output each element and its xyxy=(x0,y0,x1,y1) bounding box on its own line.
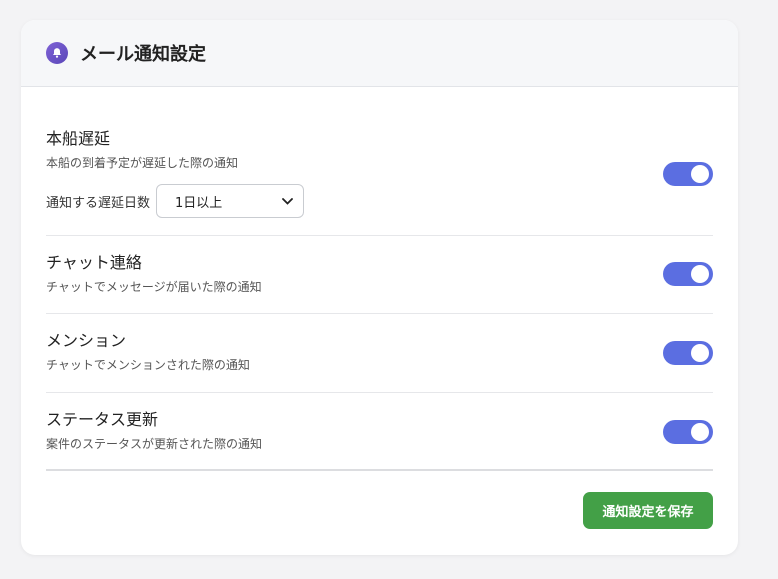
setting-description: 本船の到着予定が遅延した際の通知 xyxy=(46,156,239,170)
setting-row-mention: メンション チャットでメンションされた際の通知 xyxy=(46,314,713,393)
delay-days-value: 1日以上 xyxy=(175,195,223,211)
setting-title: メンション xyxy=(46,331,127,350)
toggle-knob xyxy=(691,165,709,183)
card-footer: 通知設定を保存 xyxy=(46,471,713,551)
delay-days-control: 通知する遅延日数 1日以上 xyxy=(46,184,713,218)
save-settings-button[interactable]: 通知設定を保存 xyxy=(583,492,713,529)
setting-row-chat: チャット連絡 チャットでメッセージが届いた際の通知 xyxy=(46,236,713,314)
chevron-down-icon xyxy=(282,194,293,209)
card-header: メール通知設定 xyxy=(21,20,738,87)
mention-toggle[interactable] xyxy=(663,341,713,365)
setting-row-vessel-delay: 本船遅延 本船の到着予定が遅延した際の通知 通知する遅延日数 1日以上 xyxy=(46,87,713,236)
setting-title: チャット連絡 xyxy=(46,253,142,272)
setting-description: 案件のステータスが更新された際の通知 xyxy=(46,437,263,451)
page-title: メール通知設定 xyxy=(80,44,206,65)
vessel-delay-toggle[interactable] xyxy=(663,162,713,186)
toggle-knob xyxy=(691,423,709,441)
setting-title: 本船遅延 xyxy=(46,129,111,148)
toggle-knob xyxy=(691,265,709,283)
chat-toggle[interactable] xyxy=(663,262,713,286)
settings-list: 本船遅延 本船の到着予定が遅延した際の通知 通知する遅延日数 1日以上 チャット… xyxy=(21,87,738,551)
bell-icon xyxy=(46,42,68,64)
setting-description: チャットでメッセージが届いた際の通知 xyxy=(46,280,262,294)
setting-row-status: ステータス更新 案件のステータスが更新された際の通知 xyxy=(46,393,713,471)
notification-settings-card: メール通知設定 本船遅延 本船の到着予定が遅延した際の通知 通知する遅延日数 1… xyxy=(21,20,738,555)
toggle-knob xyxy=(691,344,709,362)
setting-description: チャットでメンションされた際の通知 xyxy=(46,358,250,372)
delay-days-label: 通知する遅延日数 xyxy=(46,195,151,211)
status-toggle[interactable] xyxy=(663,420,713,444)
delay-days-select[interactable]: 1日以上 xyxy=(156,184,305,218)
setting-title: ステータス更新 xyxy=(46,410,159,429)
